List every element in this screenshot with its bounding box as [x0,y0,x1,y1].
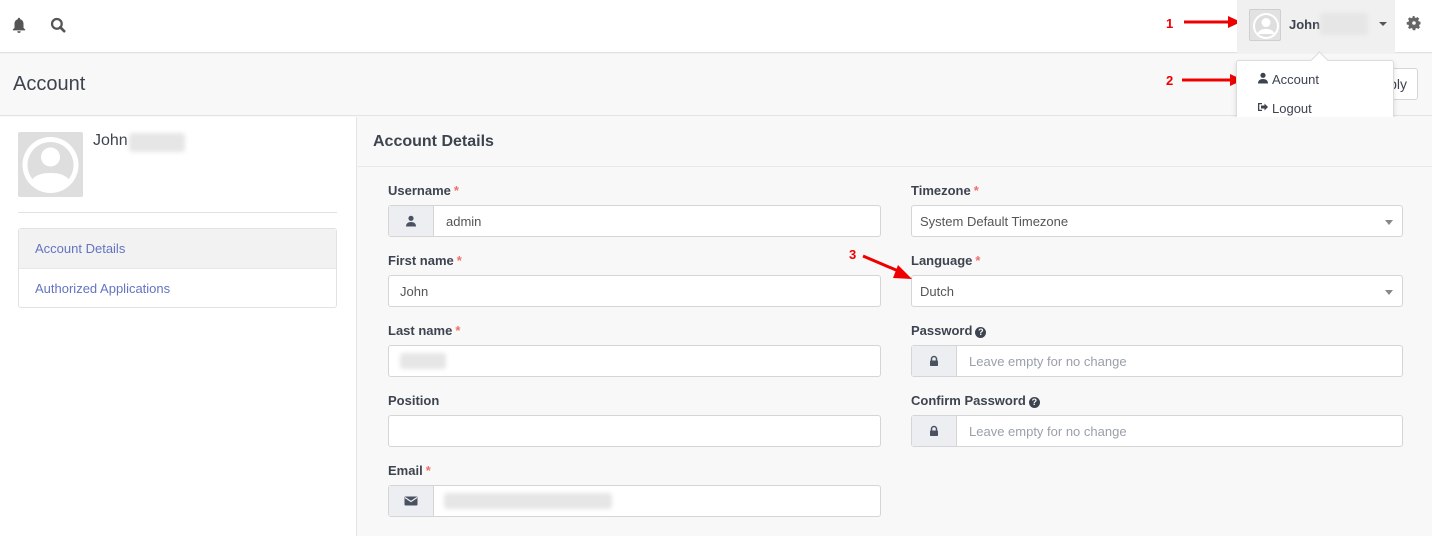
timezone-select[interactable]: System Default Timezone [911,205,1403,237]
redacted-value [444,493,612,509]
user-name: John [1289,17,1321,32]
language-label: Language * [911,253,981,268]
dropdown-item-logout[interactable]: Logout [1257,101,1312,116]
username-input[interactable]: admin [388,205,881,237]
position-label: Position [388,393,440,408]
annotation-3: 3 [849,247,857,262]
password-input[interactable]: Leave empty for no change [911,345,1403,377]
help-icon[interactable]: ? [1028,397,1040,408]
redacted-last-name [1320,13,1368,35]
profile-name: John [93,132,128,149]
envelope-icon [389,486,434,516]
first-name-label: First name * [388,253,462,268]
help-icon[interactable]: ? [975,327,987,338]
caret-down-icon [1385,290,1393,295]
top-navbar: 1 John [0,0,1432,53]
search-icon[interactable] [49,16,67,34]
email-input[interactable] [388,485,881,517]
position-field: Position [388,393,881,447]
password-field: Password? Leave empty for no change [911,323,1403,377]
bell-icon[interactable] [10,16,28,34]
annotation-arrow-3 [862,254,912,279]
nav-item-authorized-applications[interactable]: Authorized Applications [19,268,336,307]
profile-nav: Account Details Authorized Applications [18,228,337,308]
email-field: Email * [388,463,881,517]
caret-down-icon [1379,22,1387,26]
dropdown-item-label: Logout [1272,101,1312,116]
username-label: Username * [388,183,459,198]
annotation-1: 1 [1166,16,1174,31]
user-icon [389,206,434,236]
divider [18,212,337,213]
lock-icon [912,346,957,376]
first-name-field: First name * John [388,253,881,307]
username-field: Username * admin [388,183,881,237]
redacted-last-name [129,133,185,152]
last-name-input[interactable] [388,345,881,377]
confirm-password-field: Confirm Password? Leave empty for no cha… [911,393,1403,447]
profile-sidebar: John Account Details Authorized Applicat… [0,117,357,536]
user-icon [1257,72,1269,87]
nav-item-account-details[interactable]: Account Details [19,229,336,268]
account-details-panel: Account Details Username * admin First na… [358,117,1432,536]
confirm-password-label: Confirm Password? [911,393,1403,413]
annotation-2: 2 [1166,73,1174,88]
first-name-input[interactable]: John [388,275,881,307]
language-select[interactable]: Dutch [911,275,1403,307]
last-name-field: Last name * [388,323,881,377]
gear-icon[interactable] [1406,15,1422,31]
caret-down-icon [1385,220,1393,225]
dropdown-item-label: Account [1272,72,1319,87]
sign-out-icon [1257,101,1269,116]
confirm-password-input[interactable]: Leave empty for no change [911,415,1403,447]
redacted-value [400,353,446,369]
lock-icon [912,416,957,446]
language-field: Language * Dutch [911,253,1403,307]
user-menu-toggle[interactable]: John [1237,0,1395,53]
page-title: Account [13,73,86,95]
last-name-label: Last name * [388,323,461,338]
timezone-label: Timezone * [911,183,979,198]
timezone-field: Timezone * System Default Timezone [911,183,1403,237]
email-label: Email * [388,463,431,478]
password-label: Password? [911,323,1403,343]
profile-avatar [18,132,83,197]
position-input[interactable] [388,415,881,447]
annotation-arrow-1 [1184,16,1241,28]
panel-header: Account Details [358,117,1432,167]
dropdown-item-account[interactable]: Account [1257,72,1319,87]
user-avatar [1249,9,1281,41]
panel-title: Account Details [373,133,494,150]
